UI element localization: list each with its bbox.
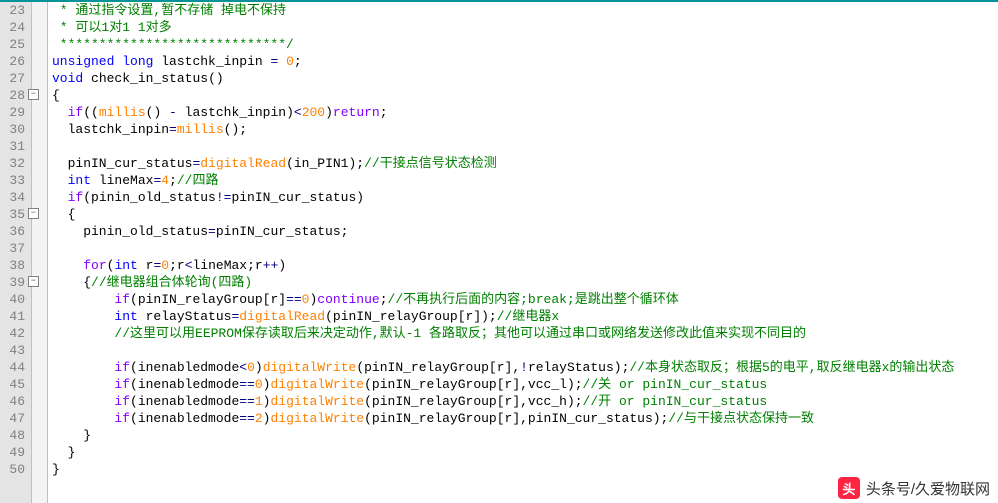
line-number[interactable]: 50 (2, 461, 25, 478)
code-line[interactable]: {//继电器组合体轮询(四路) (52, 274, 998, 291)
code-line[interactable]: if(inenabledmode==1)digitalWrite(pinIN_r… (52, 393, 998, 410)
code-line[interactable]: } (52, 427, 998, 444)
code-line[interactable]: if(inenabledmode==2)digitalWrite(pinIN_r… (52, 410, 998, 427)
line-number[interactable]: 28− (2, 87, 25, 104)
fold-minus-icon[interactable]: − (28, 89, 39, 100)
code-line[interactable]: { (52, 87, 998, 104)
code-line[interactable]: int relayStatus=digitalRead(pinIN_relayG… (52, 308, 998, 325)
code-line[interactable]: * 可以1对1 1对多 (52, 19, 998, 36)
line-number[interactable]: 35− (2, 206, 25, 223)
line-number[interactable]: 34 (2, 189, 25, 206)
line-number[interactable]: 33 (2, 172, 25, 189)
line-number[interactable]: 41 (2, 308, 25, 325)
code-line[interactable]: if(inenabledmode<0)digitalWrite(pinIN_re… (52, 359, 998, 376)
line-number[interactable]: 49 (2, 444, 25, 461)
line-number[interactable]: 25 (2, 36, 25, 53)
code-line[interactable]: lastchk_inpin=millis(); (52, 121, 998, 138)
line-number[interactable]: 37 (2, 240, 25, 257)
watermark: 头 头条号/久爱物联网 (830, 473, 998, 503)
code-line[interactable]: *****************************/ (52, 36, 998, 53)
line-number[interactable]: 38 (2, 257, 25, 274)
line-number[interactable]: 30 (2, 121, 25, 138)
fold-minus-icon[interactable]: − (28, 208, 39, 219)
code-line[interactable]: //这里可以用EEPROM保存读取后来决定动作,默认-1 各路取反；其他可以通过… (52, 325, 998, 342)
line-number[interactable]: 39− (2, 274, 25, 291)
line-number[interactable]: 43 (2, 342, 25, 359)
line-number[interactable]: 44 (2, 359, 25, 376)
line-number[interactable]: 31 (2, 138, 25, 155)
line-number[interactable]: 29 (2, 104, 25, 121)
line-number[interactable]: 48 (2, 427, 25, 444)
line-number[interactable]: 32 (2, 155, 25, 172)
line-number[interactable]: 46 (2, 393, 25, 410)
code-area[interactable]: * 通过指令设置,暂不存储 掉电不保持 * 可以1对1 1对多 ********… (48, 2, 998, 503)
line-number[interactable]: 45 (2, 376, 25, 393)
code-editor[interactable]: 232425262728−29303132333435−36373839−404… (0, 2, 998, 503)
code-line[interactable]: void check_in_status() (52, 70, 998, 87)
code-line[interactable] (52, 138, 998, 155)
line-number[interactable]: 47 (2, 410, 25, 427)
code-line[interactable]: { (52, 206, 998, 223)
code-line[interactable]: } (52, 444, 998, 461)
code-line[interactable]: unsigned long lastchk_inpin = 0; (52, 53, 998, 70)
line-number[interactable]: 24 (2, 19, 25, 36)
code-line[interactable] (52, 240, 998, 257)
code-line[interactable]: int lineMax=4;//四路 (52, 172, 998, 189)
watermark-text: 头条号/久爱物联网 (866, 478, 990, 499)
watermark-icon: 头 (838, 477, 860, 499)
line-number[interactable]: 27 (2, 70, 25, 87)
code-line[interactable]: pinIN_cur_status=digitalRead(in_PIN1);//… (52, 155, 998, 172)
line-number[interactable]: 23 (2, 2, 25, 19)
line-number-gutter[interactable]: 232425262728−29303132333435−36373839−404… (0, 2, 32, 503)
line-number[interactable]: 26 (2, 53, 25, 70)
code-line[interactable]: * 通过指令设置,暂不存储 掉电不保持 (52, 2, 998, 19)
code-line[interactable]: if(inenabledmode==0)digitalWrite(pinIN_r… (52, 376, 998, 393)
line-number[interactable]: 42 (2, 325, 25, 342)
code-line[interactable] (52, 342, 998, 359)
line-number[interactable]: 36 (2, 223, 25, 240)
code-line[interactable]: if(pinIN_relayGroup[r]==0)continue;//不再执… (52, 291, 998, 308)
code-line[interactable]: for(int r=0;r<lineMax;r++) (52, 257, 998, 274)
fold-minus-icon[interactable]: − (28, 276, 39, 287)
code-line[interactable]: if(pinin_old_status!=pinIN_cur_status) (52, 189, 998, 206)
code-line[interactable]: if((millis() - lastchk_inpin)<200)return… (52, 104, 998, 121)
fold-column[interactable] (32, 2, 48, 503)
line-number[interactable]: 40 (2, 291, 25, 308)
code-line[interactable]: pinin_old_status=pinIN_cur_status; (52, 223, 998, 240)
